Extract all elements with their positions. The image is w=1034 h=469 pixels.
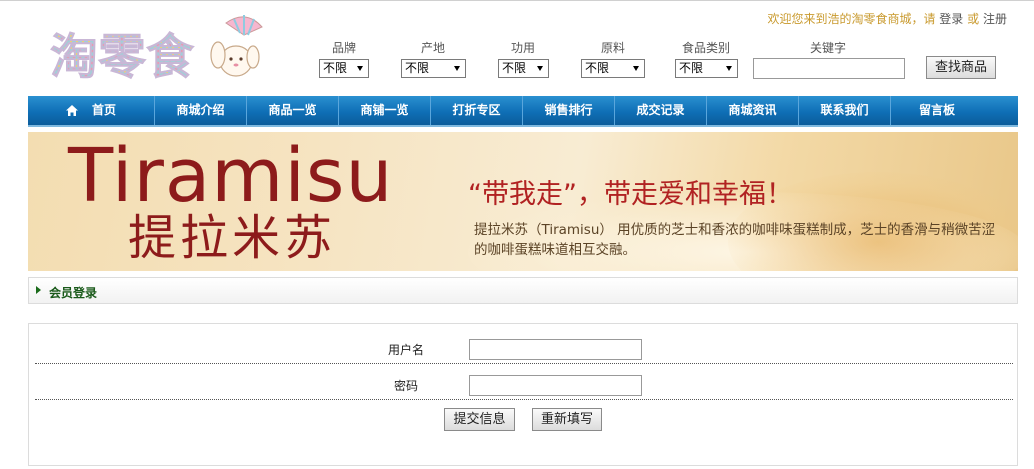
origin-select-value: 不限 [405,61,430,75]
welcome-or-text: 或 [967,12,980,26]
keyword-label: 关键字 [810,41,847,55]
filter-label-ingredient: 原料 [601,41,626,55]
filter-label-function: 功用 [511,41,536,55]
chevron-down-icon [726,66,732,71]
banner-title-english: Tiramisu [68,133,394,219]
chevron-down-icon [633,66,639,71]
category-select-value: 不限 [679,61,704,75]
origin-select[interactable]: 不限 [401,59,466,78]
logo-graphic: 淘零食 [50,15,263,85]
register-link[interactable]: 注册 [983,12,1007,26]
login-link[interactable]: 登录 [939,12,963,26]
filter-label-brand: 品牌 [332,41,357,55]
nav-item-shops[interactable]: 商铺一览 [339,96,431,125]
banner-title-chinese: 提拉米苏 [128,210,337,266]
svg-text:淘零食: 淘零食 [50,29,195,85]
nav-item-label: 商城资讯 [728,103,777,117]
section-header: 会员登录 [28,277,1018,304]
nav-item-products[interactable]: 商品一览 [247,96,339,125]
nav-item-label: 商品一览 [268,103,317,117]
filter-label-origin: 产地 [421,41,446,55]
section-title: 会员登录 [49,286,98,300]
site-header: 淘零食 欢迎您来到浩的淘零食商城，请 登录 或 注册 品牌 不限 产地 不限 功… [0,0,1034,96]
nav-item-news[interactable]: 商城资讯 [707,96,799,125]
chevron-down-icon [357,66,363,71]
nav-item-discount[interactable]: 打折专区 [431,96,523,125]
nav-item-label: 成交记录 [636,103,685,117]
nav-item-label: 联系我们 [820,103,869,117]
function-select-value: 不限 [502,61,527,75]
welcome-message: 欢迎您来到浩的淘零食商城，请 登录 或 注册 [767,10,1007,27]
username-input[interactable] [469,339,642,360]
chevron-down-icon [454,66,460,71]
nav-item-about[interactable]: 商城介绍 [155,96,247,125]
username-row: 用户名 [35,328,1013,364]
search-button[interactable]: 查找商品 [926,56,996,79]
promo-banner[interactable]: Tiramisu 提拉米苏 “带我走”，带走爱和幸福！ 提拉米苏（Tiramis… [28,132,1018,271]
nav-item-label: 打折专区 [452,103,501,117]
nav-item-home[interactable]: 首页 [28,96,155,125]
nav-item-guestbook[interactable]: 留言板 [891,96,1018,125]
banner-slogan: “带我走”，带走爱和幸福！ [468,179,793,210]
login-form: 用户名 密码 提交信息 重新填写 [28,323,1018,466]
password-label: 密码 [393,379,418,393]
nav-item-contact[interactable]: 联系我们 [799,96,891,125]
submit-button[interactable]: 提交信息 [444,408,515,431]
keyword-input[interactable] [753,58,905,79]
nav-item-label: 商城介绍 [176,103,225,117]
banner-description: 提拉米苏（Tiramisu） 用优质的芝士和香浓的咖啡味蛋糕制成，芝士的香滑与稍… [474,222,996,258]
password-row: 密码 [35,364,1013,400]
password-input[interactable] [469,375,642,396]
home-icon [66,105,78,116]
nav-item-label: 首页 [91,103,116,117]
brand-select-value: 不限 [323,61,348,75]
brand-select[interactable]: 不限 [319,59,369,78]
welcome-text: 欢迎您来到浩的淘零食商城，请 [767,12,936,26]
filter-label-category: 食品类别 [682,41,731,55]
ingredient-select-value: 不限 [585,61,610,75]
nav-item-label: 留言板 [918,103,955,117]
triangle-right-icon [36,286,41,294]
nav-item-sales-ranking[interactable]: 销售排行 [523,96,615,125]
bunny-mascot-icon [210,15,263,77]
nav-item-transactions[interactable]: 成交记录 [615,96,707,125]
function-select[interactable]: 不限 [498,59,549,78]
chevron-down-icon [537,66,543,71]
nav-item-label: 商铺一览 [360,103,409,117]
ingredient-select[interactable]: 不限 [581,59,645,78]
username-label: 用户名 [387,343,424,357]
site-logo[interactable]: 淘零食 [48,13,278,87]
main-nav: 首页 商城介绍 商品一览 商铺一览 打折专区 销售排行 成交记录 商城资讯 联系… [28,96,1018,127]
nav-item-label: 销售排行 [544,103,593,117]
reset-button[interactable]: 重新填写 [532,408,602,431]
category-select[interactable]: 不限 [675,59,738,78]
